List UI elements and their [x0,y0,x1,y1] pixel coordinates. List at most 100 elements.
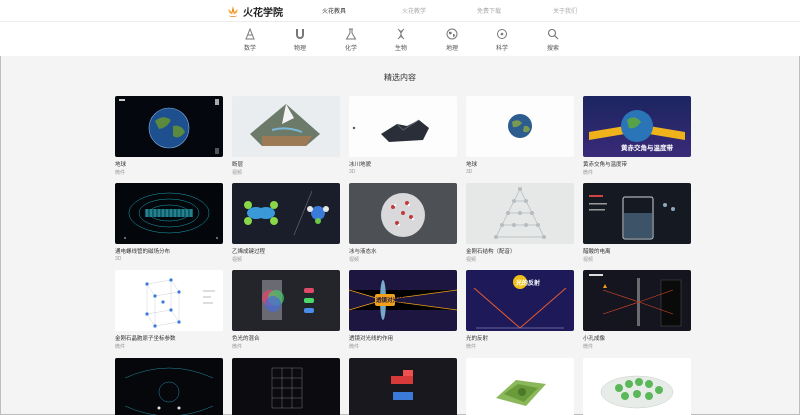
card-thumbnail [232,270,340,331]
card-thumbnail: 透镜对光线的作用 [349,270,457,331]
magnet-icon [296,29,304,39]
card-title: 光的反射 [466,336,489,342]
card-thumbnail [583,270,691,331]
category-label: 生物 [394,46,407,52]
category-label: 地理 [445,46,458,52]
category-chemistry[interactable]: 化学 [336,28,366,52]
top-nav: 火花学院 火花教具 火花教学 免费下载 关于我们 [0,0,800,22]
card-type: 视频 [466,257,477,263]
card-type: 3D [349,169,356,175]
card-thumbnail [115,183,223,244]
category-label: 搜索 [546,46,559,52]
category-science[interactable]: 科学 [487,28,517,52]
logo[interactable]: 火花学院 [226,4,283,19]
card-earth-3d[interactable]: 地球 3D [466,96,574,175]
card-type: 3D [466,169,473,175]
card-type: 微件 [232,344,243,350]
card-overlay-text: 黄赤交角与温度带 [621,145,673,152]
card-thumbnail [466,183,574,244]
card-thumbnail: 黄赤交角与温度带 [583,96,691,157]
card-thumbnail [583,183,691,244]
card-thumbnail [349,358,457,415]
card-title: 通电螺线管的磁场分布 [115,249,171,255]
card-type: 微件 [115,344,126,350]
category-label: 化学 [344,46,357,52]
card-title: 冰川地貌 [349,162,372,168]
card-earth-widget[interactable]: 地球 微件 [115,96,223,176]
card-title: 断层 [232,162,244,168]
card-title: 透镜对光线的作用 [349,336,394,342]
card-partial-5[interactable] [583,358,691,415]
card-thumbnail [232,96,340,157]
card-partial-1[interactable] [115,358,223,415]
category-search[interactable]: 搜索 [538,28,568,52]
card-thumbnail [115,96,223,157]
card-diamond-video[interactable]: 金刚石结构（配音） 视频 [466,183,574,263]
category-math[interactable]: 数学 [235,28,265,52]
card-thumbnail [349,183,457,244]
card-type: 视频 [232,170,243,176]
card-partial-2[interactable] [232,358,340,415]
card-type: 微件 [115,170,126,176]
card-solenoid-3d[interactable]: 通电螺线管的磁场分布 3D [115,183,223,262]
card-thumbnail [232,358,340,415]
card-overlay-text: 透镜对光线的作用 [376,298,421,304]
dna-icon [397,28,405,40]
card-title: 色光的混合 [232,336,260,342]
category-label: 物理 [293,46,306,52]
card-ice-water-video[interactable]: 冰与液态水 视频 [349,183,457,263]
card-glacier-3d[interactable]: 冰川地貌 3D [349,96,457,175]
card-thumbnail [466,358,574,415]
card-acetic-acid-video[interactable]: 醋酸的电离 视频 [583,183,691,263]
category-biology[interactable]: 生物 [386,28,416,52]
card-thumbnail [349,96,457,157]
card-partial-4[interactable] [466,358,574,415]
card-pinhole-widget[interactable]: 小孔成像 微件 [583,270,691,350]
card-type: 微件 [466,344,477,350]
card-title: 金刚石晶胞原子坐标参数 [115,336,176,342]
nav-link-teaching[interactable]: 火花教学 [402,6,426,15]
card-fault-video[interactable]: 断层 视频 [232,96,340,176]
card-title: 醋酸的电离 [583,249,611,255]
card-thumbnail [466,96,574,157]
card-type: 视频 [232,257,243,263]
card-diamond-coords-widget[interactable]: 金刚石晶胞原子坐标参数 微件 [115,270,223,350]
nav-link-tools[interactable]: 火花教具 [322,6,346,15]
search-icon [547,28,559,40]
card-ethylene-video[interactable]: 乙烯成键过程 视频 [232,183,340,263]
card-type: 微件 [349,344,360,350]
nav-link-about[interactable]: 关于我们 [553,6,577,15]
card-thumbnail [115,270,223,331]
card-thumbnail [115,358,223,415]
atom-icon [497,29,507,39]
card-title: 黄赤交角与温度带 [583,162,628,168]
card-thumbnail [232,183,340,244]
card-type: 微件 [583,170,594,176]
category-geography[interactable]: 地理 [437,28,467,52]
category-label: 数学 [243,46,256,52]
card-color-mixing-widget[interactable]: 色光的混合 微件 [232,270,340,350]
card-reflection-widget[interactable]: 光的反射 光的反射 微件 [466,270,574,350]
card-type: 3D [115,256,122,262]
logo-text: 火花学院 [243,7,283,19]
category-physics[interactable]: 物理 [285,28,315,52]
spark-logo-icon [226,4,240,18]
nav-link-download[interactable]: 免费下载 [477,6,501,15]
category-bar: 数学 物理 化学 生物 地理 科学 搜索 [0,22,800,56]
card-obliquity-widget[interactable]: 黄赤交角与温度带 黄赤交角与温度带 微件 [583,96,691,176]
card-title: 地球 [466,162,478,168]
card-type: 视频 [583,257,594,263]
card-title: 小孔成像 [583,336,606,342]
card-title: 乙烯成键过程 [232,249,266,255]
card-overlay-text: 光的反射 [516,281,541,287]
card-partial-3[interactable] [349,358,457,415]
section-title: 精选内容 [384,73,416,82]
card-type: 微件 [583,344,594,350]
card-title: 金刚石结构（配音） [466,249,516,255]
card-thumbnail: 光的反射 [466,270,574,331]
globe-icon [446,28,458,40]
card-lens-widget[interactable]: 透镜对光线的作用 透镜对光线的作用 微件 [349,270,457,350]
category-label: 科学 [495,46,508,52]
math-icon [245,28,255,40]
card-thumbnail [583,358,691,415]
